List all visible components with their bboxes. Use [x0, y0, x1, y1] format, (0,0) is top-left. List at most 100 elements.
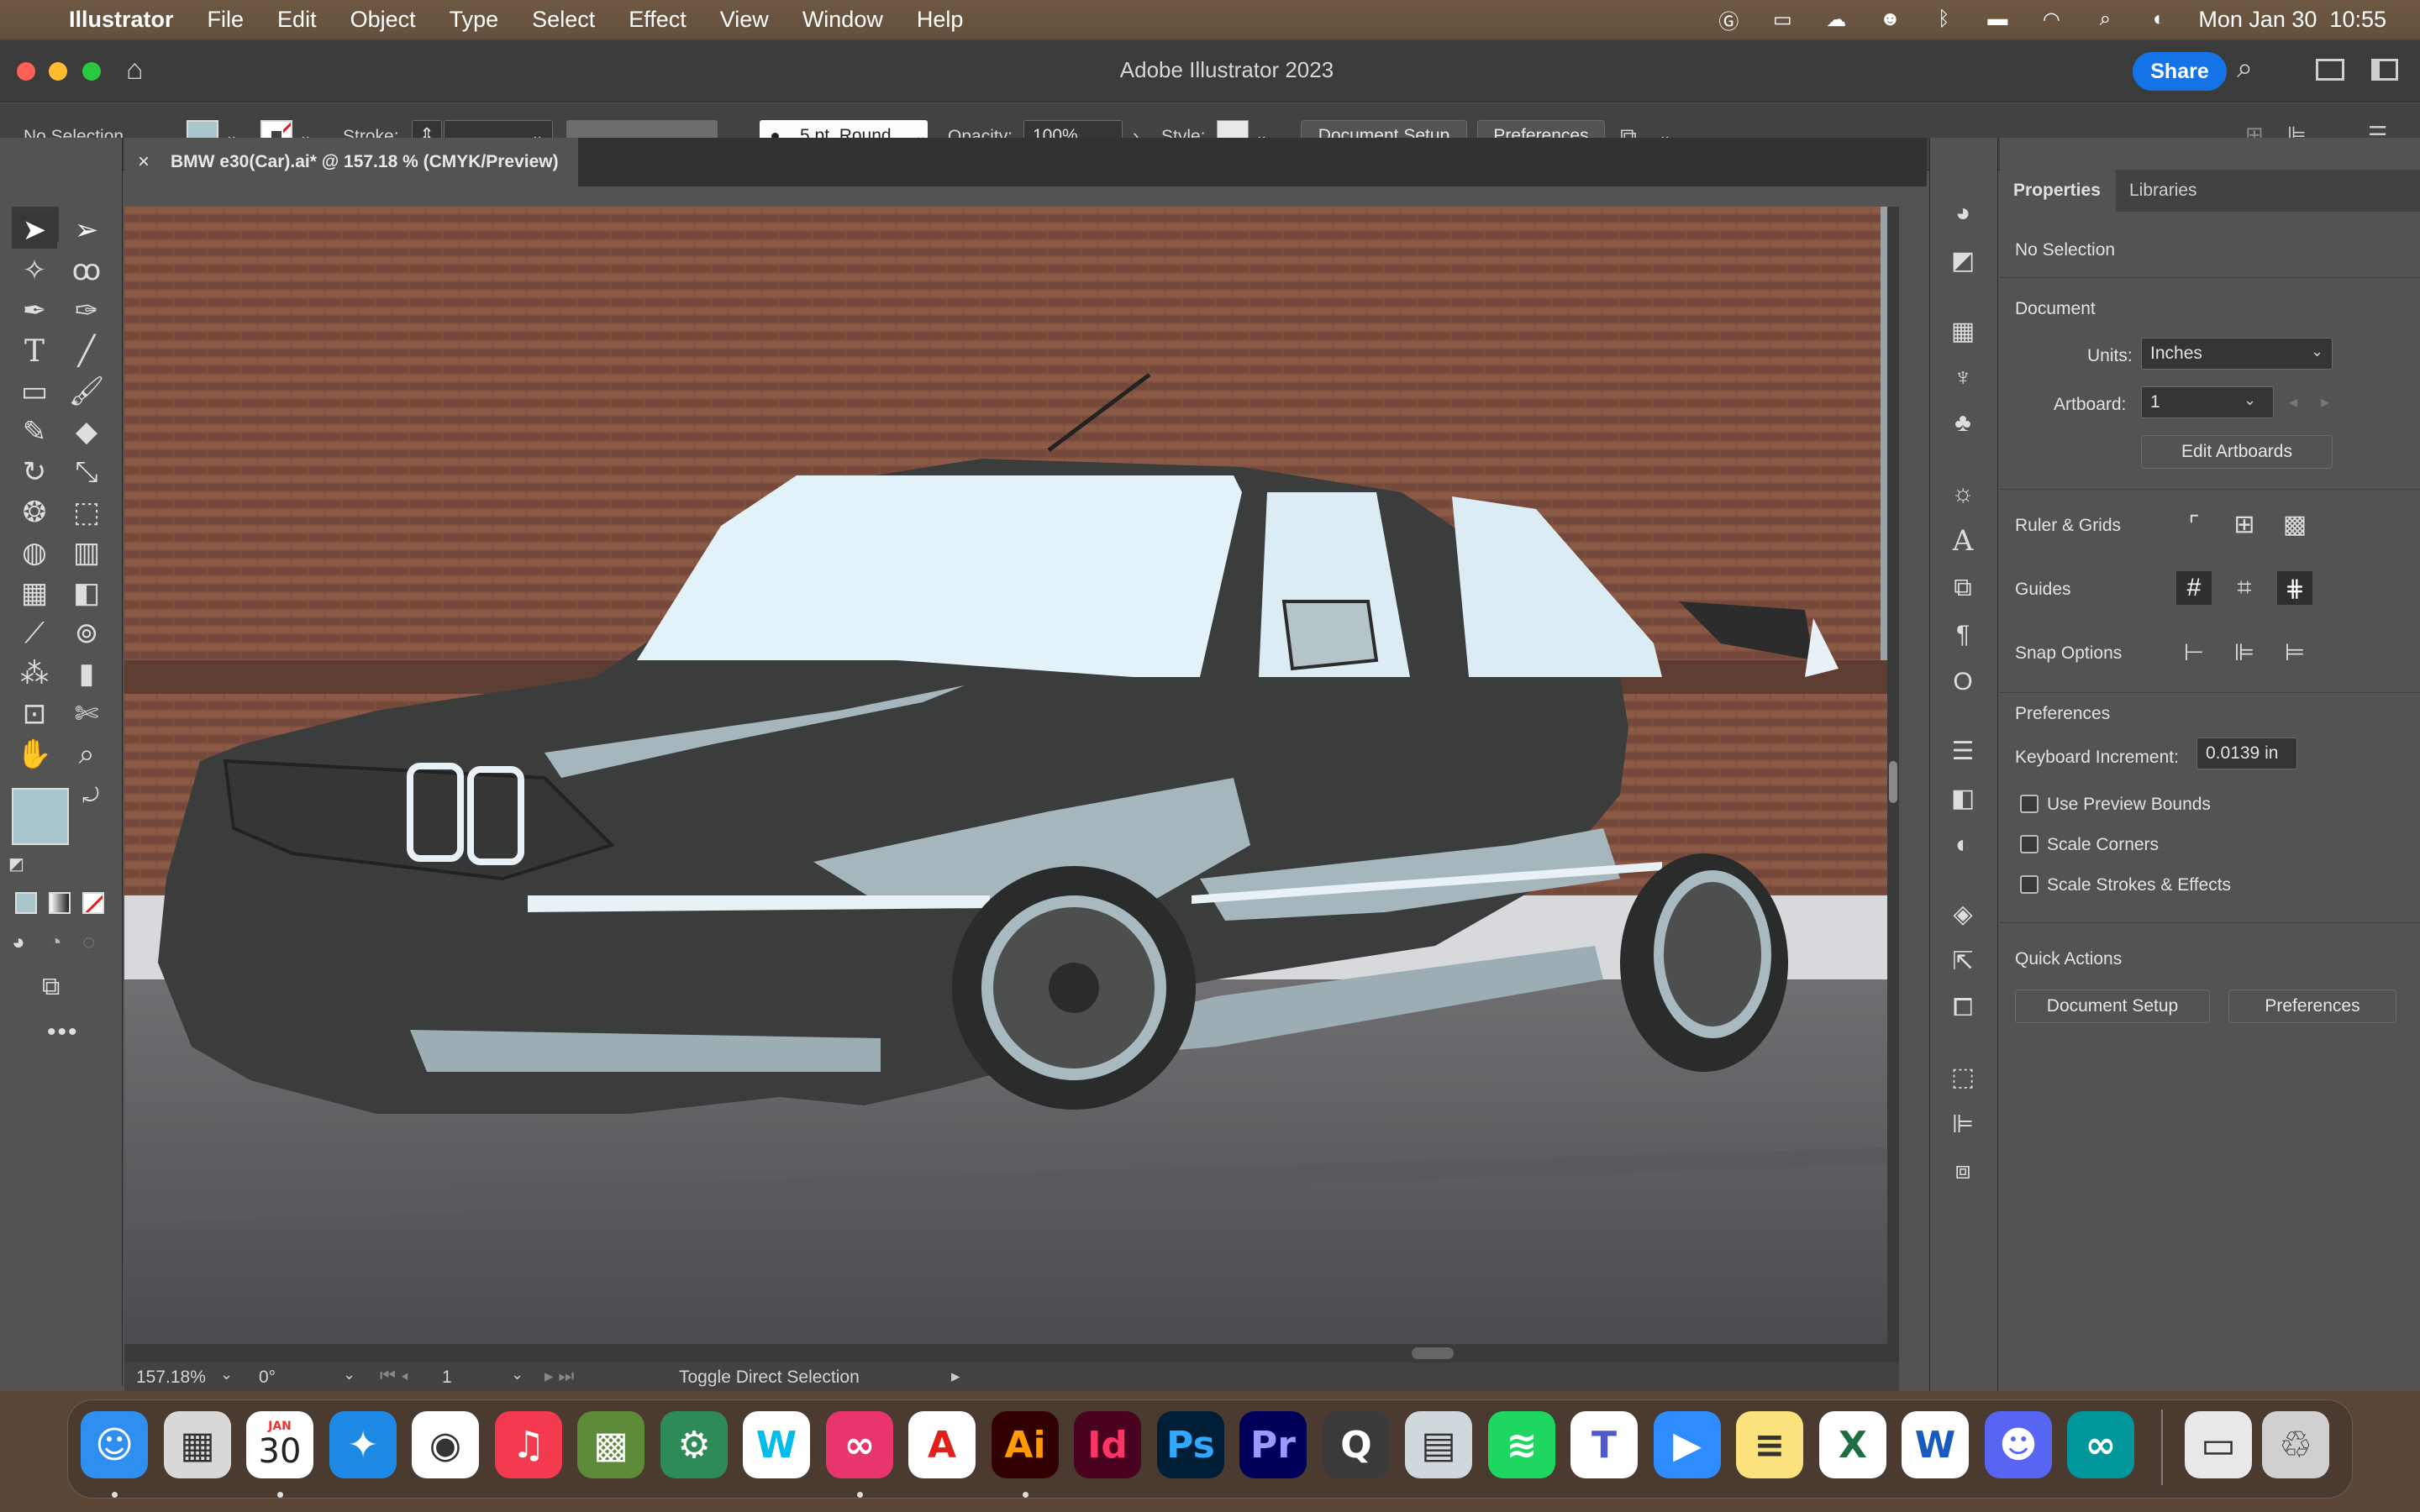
dock-webex-icon[interactable]: W — [743, 1411, 810, 1478]
slice-tool-icon[interactable]: ✄ — [64, 696, 109, 732]
tab-properties[interactable]: Properties — [2000, 170, 2116, 212]
horizontal-scroll-thumb[interactable] — [1412, 1347, 1454, 1359]
quick-preferences-button[interactable]: Preferences — [2228, 990, 2396, 1023]
pathfinder-panel-icon[interactable]: ⧈ — [1945, 1154, 1981, 1188]
grid-icon[interactable]: ⊞ — [2227, 507, 2262, 541]
dock-spotify-icon[interactable]: ≋ — [1488, 1411, 1555, 1478]
dock-downloads-icon[interactable]: ▭ — [2185, 1411, 2252, 1478]
wifi-icon[interactable]: ◠ — [2037, 8, 2065, 31]
transparency-grid-icon[interactable]: ▩ — [2277, 507, 2312, 541]
perspective-grid-tool-icon[interactable]: ▥ — [64, 534, 109, 571]
pen-tool-icon[interactable]: ✒ — [12, 292, 57, 329]
menu-effect[interactable]: Effect — [629, 7, 687, 33]
column-graph-tool-icon[interactable]: ▮ — [64, 655, 109, 692]
dock-discord-icon[interactable]: ☻ — [1985, 1411, 2052, 1478]
units-chevron-icon[interactable]: ⌄ — [2311, 343, 2323, 360]
color-mode-icon[interactable] — [15, 892, 37, 914]
fill-swatch-large[interactable] — [12, 788, 69, 845]
magic-wand-tool-icon[interactable]: ✧ — [12, 252, 57, 289]
transform-box-icon[interactable]: ⬚ — [1945, 1060, 1981, 1094]
quick-document-setup-button[interactable]: Document Setup — [2015, 990, 2210, 1023]
paragraph-panel-icon[interactable]: ¶ — [1945, 618, 1981, 652]
menu-object[interactable]: Object — [350, 7, 416, 33]
dock-photoshop-icon[interactable]: Ps — [1157, 1411, 1224, 1478]
vertical-scroll-thumb[interactable] — [1889, 761, 1897, 803]
hand-tool-icon[interactable]: ✋ — [12, 736, 57, 773]
curvature-tool-icon[interactable]: ✑ — [64, 292, 109, 329]
dock-zoom-icon[interactable]: ▶ — [1654, 1411, 1721, 1478]
menu-app-name[interactable]: Illustrator — [69, 7, 174, 33]
snap-to-point-icon[interactable]: ⊢ — [2176, 635, 2212, 669]
horizontal-scrollbar[interactable] — [124, 1344, 1899, 1362]
artboard-chevron-icon[interactable]: ⌄ — [2244, 391, 2256, 409]
gradient-panel-icon[interactable]: ◧ — [1945, 781, 1981, 815]
warp-tool-icon[interactable]: ❂ — [12, 494, 57, 531]
workspace-switcher-icon[interactable] — [2371, 59, 2398, 81]
previous-artboard-icon[interactable]: ◂ — [2289, 391, 2297, 412]
artboards-panel-icon[interactable]: ⧠ — [1945, 991, 1981, 1025]
scale-strokes-effects-checkbox[interactable] — [2020, 875, 2039, 894]
stroke-panel-icon[interactable]: ☰ — [1945, 734, 1981, 768]
screen-mirror-icon[interactable]: ▭ — [1768, 8, 1797, 31]
dock-gear-icon[interactable]: ⚙ — [660, 1411, 728, 1478]
creative-cloud-icon[interactable]: ☁ — [1822, 8, 1850, 31]
units-dropdown[interactable]: Inches — [2141, 338, 2333, 370]
lasso-tool-icon[interactable]: ꝏ — [64, 252, 109, 289]
menu-view[interactable]: View — [720, 7, 769, 33]
blend-tool-icon[interactable]: ⊚ — [64, 615, 109, 652]
free-transform-tool-icon[interactable]: ⬚ — [64, 494, 109, 531]
dock-excel-icon[interactable]: X — [1819, 1411, 1886, 1478]
menu-select[interactable]: Select — [532, 7, 595, 33]
dock-illustrator-icon[interactable]: Ai — [992, 1411, 1059, 1478]
dock-trash-icon[interactable]: ♲ — [2262, 1411, 2329, 1478]
dock-notes-icon[interactable]: ≡ — [1736, 1411, 1803, 1478]
artboard-number[interactable]: 1 — [442, 1368, 452, 1388]
close-window-button[interactable] — [17, 62, 35, 81]
menu-file[interactable]: File — [208, 7, 245, 33]
selection-tool-icon[interactable]: ➤ — [12, 212, 57, 249]
menu-window[interactable]: Window — [802, 7, 883, 33]
use-preview-bounds-checkbox[interactable] — [2020, 795, 2039, 813]
tab-libraries[interactable]: Libraries — [2129, 170, 2197, 212]
dock-creative-cloud-icon[interactable]: ∞ — [826, 1411, 893, 1478]
battery-icon[interactable]: ▬ — [1983, 8, 2012, 30]
dock-preview-icon[interactable]: ▤ — [1405, 1411, 1472, 1478]
control-center-icon[interactable]: ◐ — [2144, 8, 2173, 30]
dock-teams-icon[interactable]: T — [1570, 1411, 1638, 1478]
bluetooth-icon[interactable]: ᛒ — [1929, 8, 1958, 30]
export-panel-icon[interactable]: ⇱ — [1945, 944, 1981, 978]
layers-panel-icon[interactable]: ◈ — [1945, 897, 1981, 931]
smart-guides-icon[interactable]: ⋕ — [2277, 571, 2312, 605]
opentype-panel-icon[interactable]: O — [1945, 665, 1981, 699]
home-icon[interactable]: ⌂ — [126, 54, 160, 87]
show-guides-icon[interactable]: # — [2176, 571, 2212, 605]
default-fill-stroke-icon[interactable]: ◩ — [8, 853, 24, 874]
eyedropper-tool-icon[interactable]: ⟋ — [12, 615, 57, 652]
shaper-tool-icon[interactable]: ✎ — [12, 413, 57, 450]
rotation-chevron-icon[interactable]: ⌄ — [343, 1366, 355, 1383]
rotate-tool-icon[interactable]: ↻ — [12, 454, 57, 491]
document-tab[interactable]: × BMW e30(Car).ai* @ 157.18 % (CMYK/Prev… — [124, 138, 578, 186]
search-icon[interactable]: ⌕ — [2237, 52, 2253, 85]
keyboard-increment-input[interactable]: 0.0139 in — [2196, 738, 2297, 769]
snap-to-glyph-icon[interactable]: ⊨ — [2277, 635, 2312, 669]
dock-indesign-icon[interactable]: Id — [1074, 1411, 1141, 1478]
dock-finder-icon[interactable]: ☺ — [81, 1411, 148, 1478]
dock-acrobat-icon[interactable]: A — [908, 1411, 976, 1478]
grammarly-icon[interactable]: Ⓖ — [1714, 8, 1743, 34]
artboard-tool-icon[interactable]: ⊡ — [12, 696, 57, 732]
dock-premiere-icon[interactable]: Pr — [1239, 1411, 1307, 1478]
appearance-panel-icon[interactable]: ☼ — [1945, 477, 1981, 511]
first-artboard-icon[interactable]: ⏮ ◂ — [380, 1366, 408, 1386]
zoom-tool-icon[interactable]: ⌕ — [64, 736, 109, 773]
edit-artboards-button[interactable]: Edit Artboards — [2141, 435, 2333, 469]
draw-behind-icon[interactable]: ◔ — [49, 929, 62, 955]
zoom-chevron-icon[interactable]: ⌄ — [220, 1366, 233, 1383]
minimize-window-button[interactable] — [49, 62, 67, 81]
dock-word-icon[interactable]: W — [1902, 1411, 1969, 1478]
paintbrush-tool-icon[interactable]: 🖌 — [64, 373, 109, 410]
rectangle-tool-icon[interactable]: ▭ — [12, 373, 57, 410]
share-button[interactable]: Share — [2133, 52, 2227, 91]
spotlight-search-icon[interactable]: ⌕ — [2091, 8, 2119, 30]
menu-edit[interactable]: Edit — [277, 7, 317, 33]
